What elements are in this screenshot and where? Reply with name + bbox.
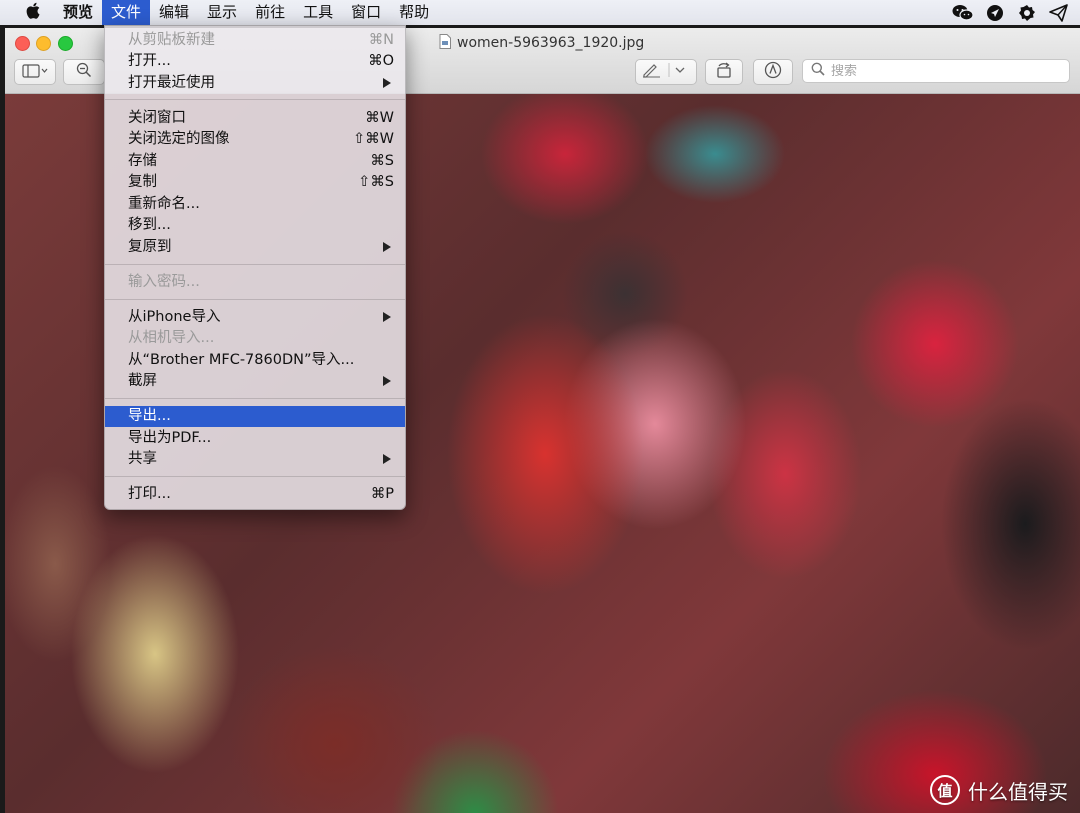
submenu-arrow-icon (383, 454, 391, 464)
send-icon[interactable] (1048, 3, 1070, 23)
menu-screenshot[interactable]: 截屏 (105, 371, 405, 392)
menu-separator (105, 476, 405, 477)
menu-enter-password[interactable]: 输入密码... (105, 272, 405, 293)
menu-separator (105, 398, 405, 399)
zoom-out-button[interactable] (63, 59, 105, 85)
menu-new-from-clipboard[interactable]: 从剪贴板新建 ⌘N (105, 30, 405, 51)
menu-save[interactable]: 存储 ⌘S (105, 151, 405, 172)
menu-help[interactable]: 帮助 (390, 0, 438, 25)
rotate-button[interactable] (705, 59, 743, 85)
menu-edit[interactable]: 编辑 (150, 0, 198, 25)
menu-print[interactable]: 打印... ⌘P (105, 484, 405, 505)
menu-share[interactable]: 共享 (105, 449, 405, 470)
menu-rename[interactable]: 重新命名... (105, 194, 405, 215)
pen-icon (640, 62, 692, 82)
settings-icon[interactable] (1016, 3, 1038, 23)
menu-view[interactable]: 显示 (198, 0, 246, 25)
minimize-window-button[interactable] (36, 36, 51, 51)
menu-separator (105, 99, 405, 100)
submenu-arrow-icon (383, 376, 391, 386)
menu-close-selected-image[interactable]: 关闭选定的图像 ⇧⌘W (105, 129, 405, 150)
markup-toolbar-button[interactable] (753, 59, 793, 85)
submenu-arrow-icon (383, 78, 391, 88)
search-icon (811, 62, 825, 80)
rotate-icon (714, 62, 734, 82)
menu-open-recent[interactable]: 打开最近使用 (105, 73, 405, 94)
watermark: 值 什么值得买 (930, 775, 1068, 805)
menu-export-as-pdf[interactable]: 导出为PDF... (105, 428, 405, 449)
fullscreen-window-button[interactable] (58, 36, 73, 51)
watermark-logo: 值 (930, 775, 960, 805)
menu-close-window[interactable]: 关闭窗口 ⌘W (105, 108, 405, 129)
wechat-icon[interactable] (952, 3, 974, 23)
menu-open[interactable]: 打开... ⌘O (105, 51, 405, 72)
submenu-arrow-icon (383, 312, 391, 322)
sidebar-icon (22, 63, 48, 82)
menu-go[interactable]: 前往 (246, 0, 294, 25)
jpeg-file-icon (439, 33, 451, 53)
menu-file[interactable]: 文件 (102, 0, 151, 25)
zoom-out-icon (76, 62, 92, 82)
menu-separator (105, 299, 405, 300)
menu-revert-to[interactable]: 复原到 (105, 237, 405, 258)
menu-window[interactable]: 窗口 (342, 0, 390, 25)
file-menu-dropdown: 从剪贴板新建 ⌘N 打开... ⌘O 打开最近使用 关闭窗口 ⌘W 关闭选定的图… (104, 25, 406, 510)
search-input[interactable] (831, 63, 1051, 79)
window-title: women-5963963_1920.jpg (439, 33, 645, 53)
menu-bar: 预览 文件 编辑 显示 前往 工具 窗口 帮助 (0, 0, 1080, 25)
search-field[interactable] (802, 59, 1070, 83)
window-title-text: women-5963963_1920.jpg (457, 35, 645, 51)
markup-icon (764, 61, 782, 83)
menu-separator (105, 264, 405, 265)
menu-duplicate[interactable]: 复制 ⇧⌘S (105, 172, 405, 193)
menu-import-from-iphone[interactable]: 从iPhone导入 (105, 307, 405, 328)
location-icon[interactable] (984, 3, 1006, 23)
apple-icon (26, 2, 40, 23)
apple-menu[interactable] (22, 2, 44, 23)
close-window-button[interactable] (15, 36, 30, 51)
markup-pen-button[interactable] (635, 59, 697, 85)
sidebar-toggle-button[interactable] (14, 59, 56, 85)
submenu-arrow-icon (383, 242, 391, 252)
status-icons (952, 0, 1070, 25)
menu-import-from-scanner[interactable]: 从“Brother MFC-7860DN”导入... (105, 350, 405, 371)
menu-tools[interactable]: 工具 (294, 0, 342, 25)
menu-import-from-camera[interactable]: 从相机导入... (105, 328, 405, 349)
menu-app-name[interactable]: 预览 (54, 0, 102, 25)
menu-export[interactable]: 导出... (105, 406, 405, 427)
menu-move-to[interactable]: 移到... (105, 215, 405, 236)
watermark-text: 什么值得买 (968, 779, 1068, 804)
